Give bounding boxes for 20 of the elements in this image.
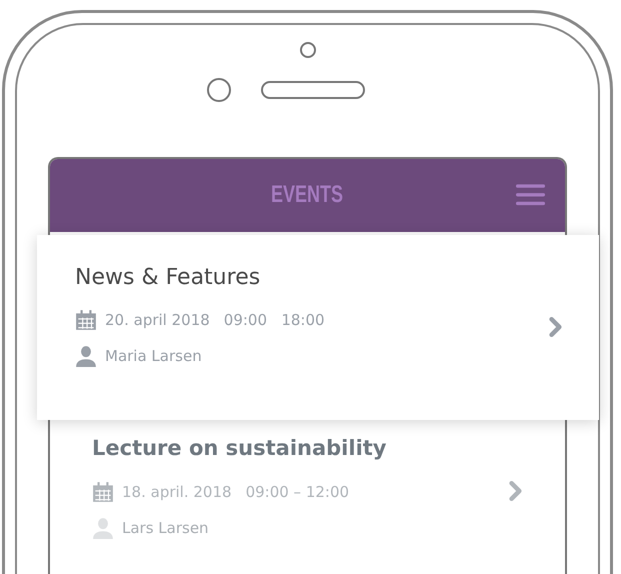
event-person: Lars Larsen xyxy=(122,519,209,537)
sensor-icon xyxy=(300,42,316,58)
chevron-right-icon xyxy=(549,317,563,337)
calendar-icon xyxy=(75,309,97,331)
person-icon xyxy=(92,517,114,539)
event-time: 09:00 18:00 xyxy=(224,311,325,329)
person-icon xyxy=(75,345,97,367)
speaker-icon xyxy=(260,81,364,99)
event-title: News & Features xyxy=(75,265,262,290)
chevron-right-icon xyxy=(509,481,523,501)
camera-icon xyxy=(206,78,230,102)
header-title: EVENTS xyxy=(272,181,344,210)
event-title: Lecture on sustainability xyxy=(92,436,386,460)
calendar-icon xyxy=(92,481,114,503)
event-person: Maria Larsen xyxy=(105,347,202,365)
menu-icon[interactable] xyxy=(516,184,545,206)
event-card[interactable]: News & Features 20. april 2018 09:00 18:00 Maria Larsen xyxy=(37,235,599,420)
event-time: 09:00 – 12:00 xyxy=(246,483,350,501)
event-date: 18. april. 2018 xyxy=(122,483,232,501)
event-date: 20. april 2018 xyxy=(105,311,210,329)
